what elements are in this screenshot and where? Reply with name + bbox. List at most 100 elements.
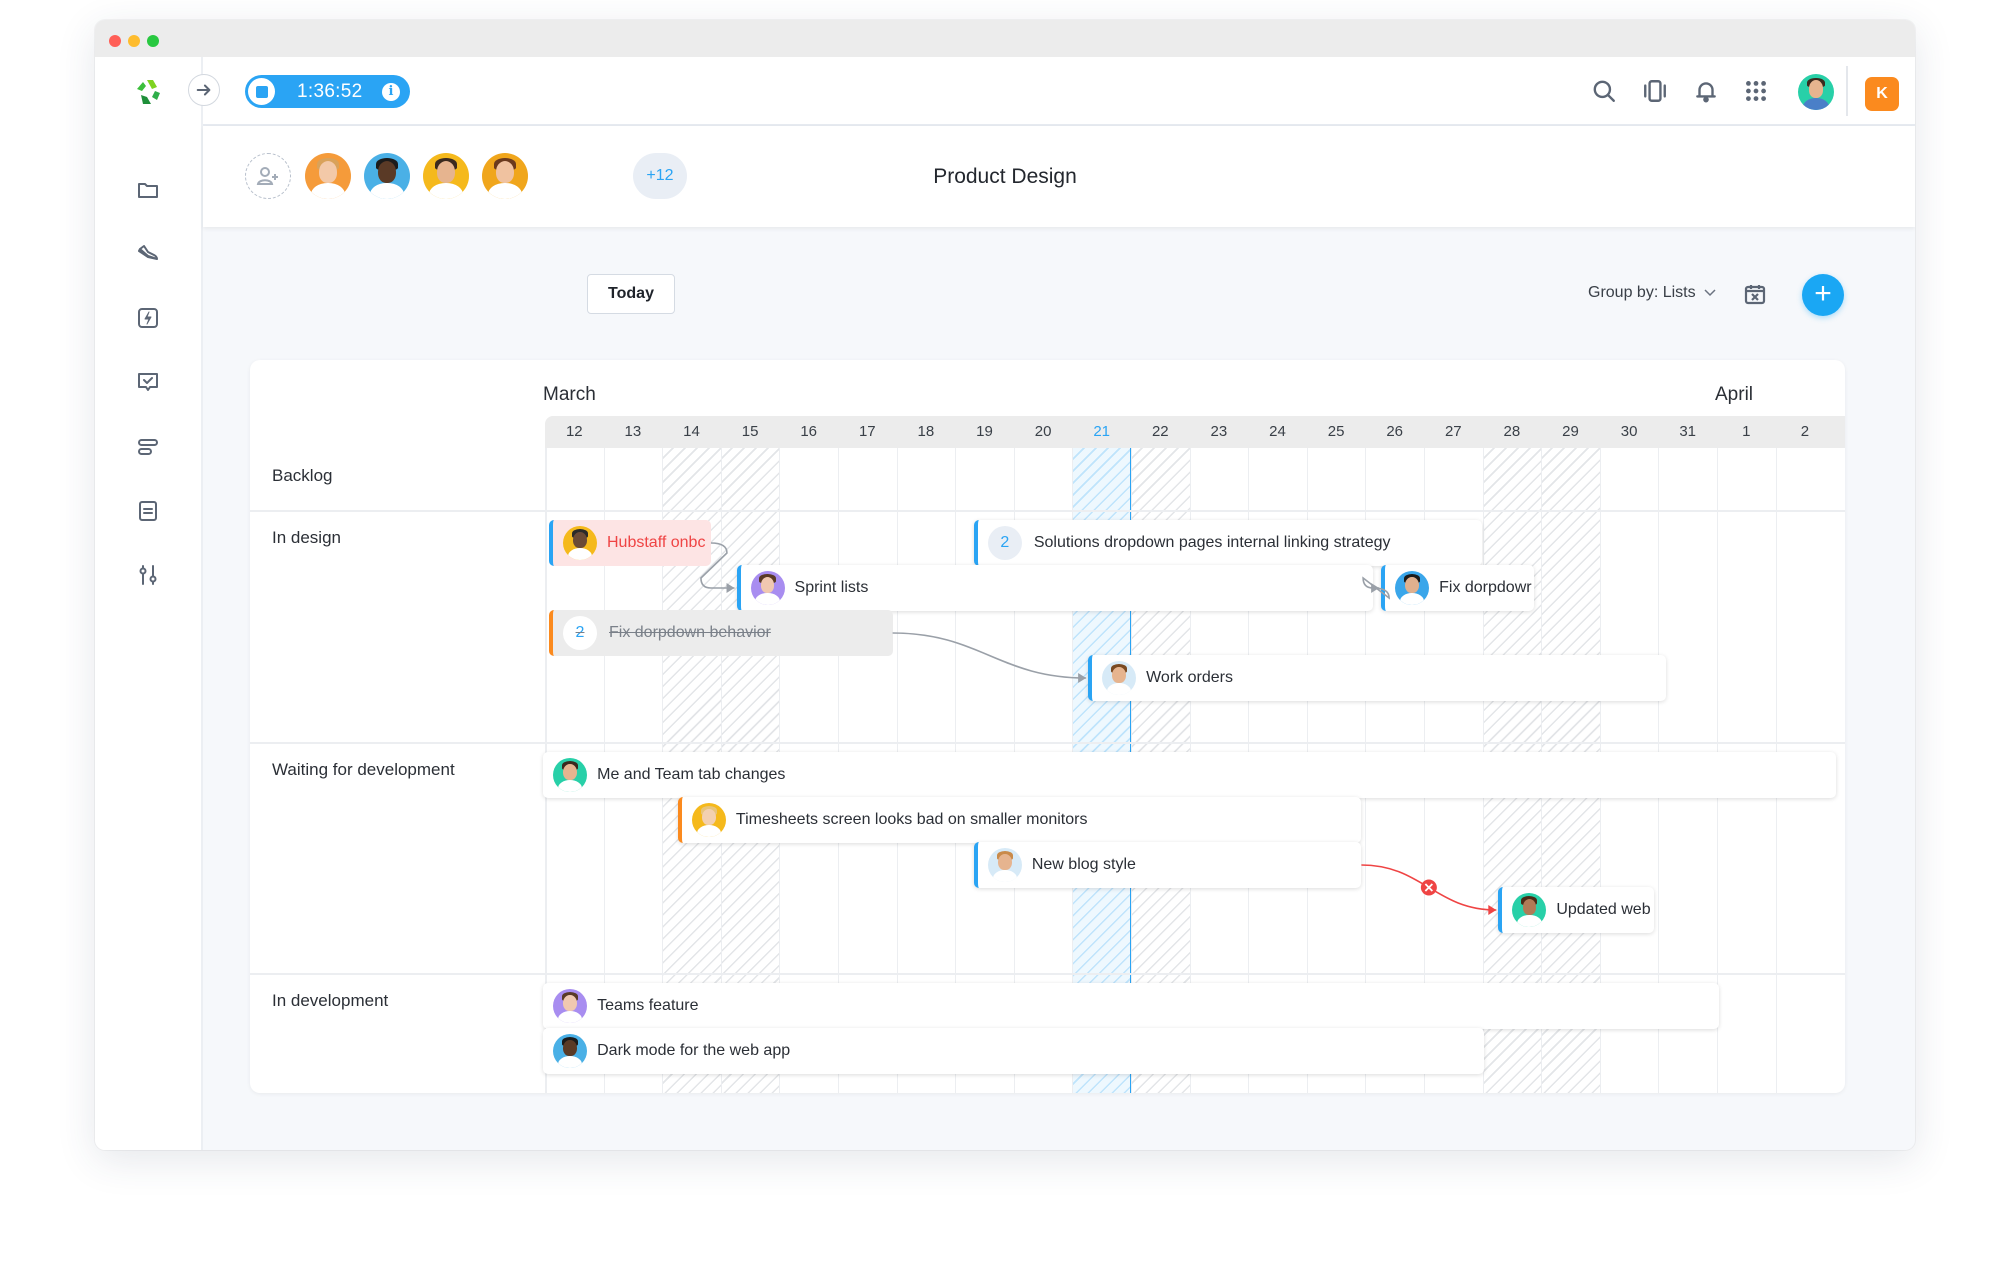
- task-title: Me and Team tab changes: [597, 766, 786, 783]
- arrow-right-icon: [196, 84, 211, 96]
- day-label: 15: [741, 423, 759, 440]
- workspace-badge[interactable]: K: [1865, 77, 1899, 111]
- task-title: Fix dorpdowr: [1439, 579, 1532, 596]
- task-title: Timesheets screen looks bad on smaller m…: [735, 811, 1088, 828]
- device-icon[interactable]: [1641, 77, 1669, 105]
- title-bar: [95, 20, 1915, 57]
- day-label: 21: [1093, 423, 1111, 440]
- close-icon: [1424, 883, 1433, 892]
- task-bar[interactable]: Work orders: [1088, 655, 1667, 701]
- day-label: 28: [1503, 423, 1521, 440]
- bell-icon[interactable]: [1692, 77, 1720, 105]
- today-button[interactable]: Today: [587, 274, 675, 314]
- task-bar[interactable]: Hubstaff onbc: [549, 520, 711, 566]
- day-label: 23: [1210, 423, 1228, 440]
- task-bar[interactable]: Teams feature: [543, 983, 1719, 1029]
- task-title: Fix dorpdown behavior: [609, 624, 771, 641]
- day-label: 16: [800, 423, 818, 440]
- day-label: 17: [858, 423, 876, 440]
- day-label: 14: [683, 423, 700, 440]
- maximize-window-button[interactable]: [147, 35, 159, 47]
- stop-icon: [255, 85, 268, 98]
- app-logo[interactable]: [133, 77, 163, 107]
- close-window-button[interactable]: [109, 35, 121, 47]
- chevron-down-icon: [1704, 289, 1716, 297]
- task-bar[interactable]: Timesheets screen looks bad on smaller m…: [677, 797, 1362, 843]
- day-label: 19: [976, 423, 993, 440]
- assignee-avatar: [1512, 893, 1547, 927]
- row-divider: [250, 973, 1845, 975]
- group-label: In design: [272, 528, 341, 547]
- current-user-avatar[interactable]: [1798, 74, 1834, 110]
- assignee-avatar: [1395, 571, 1430, 605]
- task-bar[interactable]: Updated web: [1498, 887, 1655, 933]
- sidebar: [95, 57, 203, 1150]
- dependency-line: [1361, 864, 1497, 911]
- lightning-icon[interactable]: [135, 305, 161, 331]
- app-window: 1:36:52 i K +12 Product Design Days Week…: [95, 20, 1915, 1150]
- gantt-chart: March April 12 13 14 15 16 17 18 19 20 21 22 23 24 25 26…: [250, 360, 1845, 1093]
- day-label: 13: [624, 423, 642, 440]
- day-label: 30: [1620, 423, 1638, 440]
- day-label: 2: [1800, 423, 1810, 440]
- task-bar[interactable]: 2 Solutions dropdown pages internal linki…: [973, 520, 1482, 566]
- month-label: March: [543, 384, 596, 405]
- dependency-line: [892, 632, 1087, 679]
- subtask-count-badge: 2: [563, 616, 597, 650]
- assignee-avatar: [1102, 661, 1137, 695]
- task-title: Solutions dropdown pages internal linkin…: [1033, 534, 1391, 551]
- day-label: 20: [1034, 423, 1052, 440]
- day-label: 27: [1444, 423, 1462, 440]
- timeline-icon[interactable]: [135, 434, 161, 460]
- stop-timer-button[interactable]: [248, 78, 275, 105]
- page-title: Product Design: [933, 165, 1077, 188]
- group-by-dropdown[interactable]: Group by: Lists: [1588, 284, 1716, 302]
- day-label: 31: [1679, 423, 1697, 440]
- task-bar[interactable]: Fix dorpdowr: [1381, 565, 1535, 611]
- task-title: Updated web: [1556, 901, 1651, 918]
- assignee-avatar: [553, 758, 588, 792]
- group-by-label: Group by: Lists: [1588, 284, 1696, 301]
- task-title: Sprint lists: [794, 579, 869, 596]
- time-tracker[interactable]: 1:36:52 i: [245, 75, 410, 108]
- check-message-icon[interactable]: [135, 369, 161, 395]
- add-task-button[interactable]: +: [1802, 274, 1844, 316]
- month-label: April: [1715, 384, 1754, 405]
- task-title: Work orders: [1146, 669, 1233, 686]
- apps-grid-icon[interactable]: [1742, 77, 1770, 105]
- calendar-clear-icon[interactable]: [1743, 282, 1767, 306]
- assignee-avatar: [691, 803, 726, 837]
- task-title: Dark mode for the web app: [597, 1042, 791, 1059]
- assignee-avatar: [987, 848, 1022, 882]
- assignee-avatar: [750, 571, 785, 605]
- expand-sidebar-button[interactable]: [188, 74, 220, 106]
- task-title: New blog style: [1031, 856, 1136, 873]
- assignee-avatar: [553, 1034, 588, 1068]
- sneaker-icon[interactable]: [135, 240, 161, 266]
- document-icon[interactable]: [135, 498, 161, 524]
- day-label: 29: [1562, 423, 1579, 440]
- day-label: 26: [1386, 423, 1404, 440]
- group-label: In development: [272, 991, 389, 1010]
- topbar-divider: [1846, 66, 1848, 116]
- sliders-icon[interactable]: [135, 562, 161, 588]
- day-label: 22: [1151, 423, 1169, 440]
- assignee-avatar: [553, 989, 588, 1023]
- group-label: Backlog: [272, 466, 333, 485]
- row-divider: [250, 742, 1845, 744]
- task-title: Teams feature: [597, 997, 699, 1014]
- day-label: 12: [565, 423, 583, 440]
- task-bar[interactable]: Me and Team tab changes: [543, 752, 1837, 798]
- day-label: 24: [1269, 423, 1286, 440]
- task-bar[interactable]: Dark mode for the web app: [543, 1028, 1485, 1074]
- day-label: 1: [1742, 423, 1751, 440]
- task-bar[interactable]: 2 Fix dorpdown behavior: [549, 610, 893, 656]
- task-bar[interactable]: Sprint lists: [736, 565, 1374, 611]
- task-bar[interactable]: New blog style: [973, 842, 1362, 888]
- group-label: Waiting for development: [272, 760, 455, 779]
- info-icon[interactable]: i: [382, 82, 400, 101]
- day-label: 25: [1327, 423, 1345, 440]
- minimize-window-button[interactable]: [128, 35, 140, 47]
- task-title: Hubstaff onbc: [607, 534, 706, 551]
- search-icon[interactable]: [1590, 77, 1618, 105]
